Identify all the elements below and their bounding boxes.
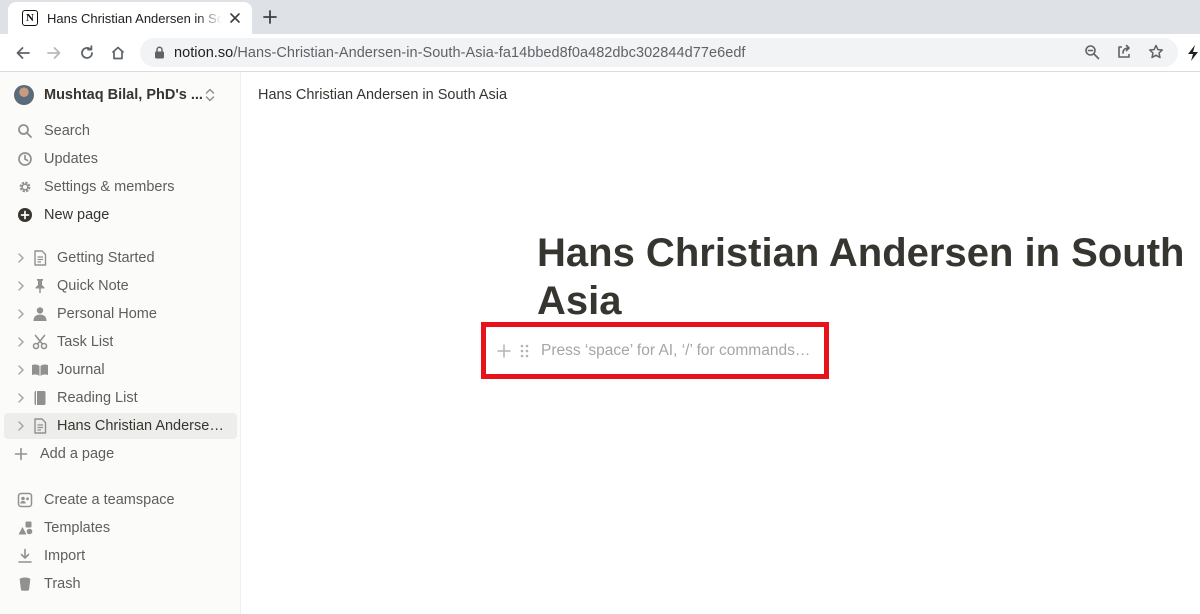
trash-icon bbox=[16, 575, 34, 593]
lock-icon[interactable] bbox=[152, 46, 166, 60]
document-icon bbox=[31, 417, 49, 435]
chevron-right-icon[interactable] bbox=[15, 308, 27, 320]
sidebar-item-label: Quick Note bbox=[57, 278, 129, 294]
home-icon[interactable] bbox=[108, 43, 128, 63]
workspace-name: Mushtaq Bilal, PhD's ... bbox=[44, 87, 203, 103]
sidebar-item-label: Hans Christian Andersen in South Asia bbox=[57, 418, 229, 434]
sidebar-add-page[interactable]: Add a page bbox=[4, 441, 237, 467]
gear-icon bbox=[16, 178, 34, 196]
sidebar-item-label: Import bbox=[44, 548, 86, 564]
reload-icon[interactable] bbox=[77, 43, 97, 63]
address-bar[interactable]: notion.so/Hans-Christian-Andersen-in-Sou… bbox=[140, 38, 1178, 67]
sidebar-item-templates[interactable]: Templates bbox=[4, 515, 237, 541]
sidebar-item-label: Task List bbox=[57, 334, 114, 350]
chevron-right-icon[interactable] bbox=[15, 252, 27, 264]
sidebar-item-label: Search bbox=[44, 123, 90, 139]
chevron-right-icon[interactable] bbox=[15, 336, 27, 348]
sidebar-item-label: Create a teamspace bbox=[44, 492, 175, 508]
share-icon[interactable] bbox=[1114, 42, 1134, 62]
notion-logo-icon: N bbox=[22, 10, 38, 26]
sidebar-item-settings[interactable]: Settings & members bbox=[4, 174, 237, 200]
sidebar-item-search[interactable]: Search bbox=[4, 118, 237, 144]
url-host: notion.so bbox=[174, 44, 234, 61]
sidebar-page-hans-christian-andersen[interactable]: Hans Christian Andersen in South Asia bbox=[4, 413, 237, 439]
sidebar-page-personal-home[interactable]: Personal Home bbox=[4, 301, 237, 327]
sidebar-item-label: Updates bbox=[44, 151, 99, 167]
close-tab-icon[interactable] bbox=[226, 9, 244, 27]
sidebar-item-label: Add a page bbox=[40, 446, 115, 462]
plus-icon bbox=[12, 445, 30, 463]
url-text: notion.so/Hans-Christian-Andersen-in-Sou… bbox=[174, 45, 746, 61]
extension-bolt-icon[interactable] bbox=[1186, 44, 1200, 62]
red-highlight-box bbox=[481, 322, 829, 379]
sidebar-item-label: Journal bbox=[57, 362, 105, 378]
sidebar-item-label: Settings & members bbox=[44, 179, 175, 195]
chevron-right-icon[interactable] bbox=[15, 420, 27, 432]
new-tab-icon[interactable] bbox=[259, 6, 281, 28]
sidebar-item-label: Templates bbox=[44, 520, 111, 536]
browser-tab-strip: N Hans Christian Andersen in South Asia bbox=[0, 0, 1200, 34]
tab-title: Hans Christian Andersen in South Asia bbox=[47, 10, 222, 26]
sidebar-item-updates[interactable]: Updates bbox=[4, 146, 237, 172]
sidebar-page-task-list[interactable]: Task List bbox=[4, 329, 237, 355]
chevron-right-icon[interactable] bbox=[15, 364, 27, 376]
sidebar-page-reading-list[interactable]: Reading List bbox=[4, 385, 237, 411]
sidebar-item-label: Reading List bbox=[57, 390, 138, 406]
url-path: /Hans-Christian-Andersen-in-South-Asia-f… bbox=[233, 44, 746, 61]
sidebar-item-label: Personal Home bbox=[57, 306, 157, 322]
book-icon bbox=[31, 389, 49, 407]
plus-circle-icon bbox=[16, 206, 34, 224]
sidebar-page-getting-started[interactable]: Getting Started bbox=[4, 245, 237, 271]
import-icon bbox=[16, 547, 34, 565]
sidebar-item-import[interactable]: Import bbox=[4, 543, 237, 569]
search-icon bbox=[16, 122, 34, 140]
sidebar: Mushtaq Bilal, PhD's ... Search Updates … bbox=[0, 72, 241, 614]
sidebar-item-trash[interactable]: Trash bbox=[4, 571, 237, 597]
chevron-right-icon[interactable] bbox=[15, 280, 27, 292]
sidebar-page-quick-note[interactable]: Quick Note bbox=[4, 273, 237, 299]
browser-tab[interactable]: N Hans Christian Andersen in South Asia bbox=[8, 2, 252, 34]
sidebar-item-new-page[interactable]: New page bbox=[4, 202, 237, 228]
scissors-icon bbox=[31, 333, 49, 351]
document-icon bbox=[31, 249, 49, 267]
sidebar-item-label: Getting Started bbox=[57, 250, 155, 266]
clock-icon bbox=[16, 150, 34, 168]
sidebar-item-label: Trash bbox=[44, 576, 81, 592]
chevron-right-icon[interactable] bbox=[15, 392, 27, 404]
sidebar-item-create-teamspace[interactable]: Create a teamspace bbox=[4, 487, 237, 513]
avatar bbox=[14, 85, 34, 105]
person-icon bbox=[31, 305, 49, 323]
open-book-icon bbox=[31, 361, 49, 379]
bookmark-star-icon[interactable] bbox=[1146, 42, 1166, 62]
sidebar-page-journal[interactable]: Journal bbox=[4, 357, 237, 383]
chevron-up-down-icon[interactable] bbox=[204, 87, 216, 103]
forward-arrow-icon[interactable] bbox=[44, 43, 64, 63]
back-arrow-icon[interactable] bbox=[13, 43, 33, 63]
browser-toolbar: notion.so/Hans-Christian-Andersen-in-Sou… bbox=[0, 34, 1200, 72]
workspace-switcher[interactable]: Mushtaq Bilal, PhD's ... bbox=[14, 84, 226, 106]
teamspace-icon bbox=[16, 491, 34, 509]
zoom-icon[interactable] bbox=[1082, 42, 1102, 62]
pin-icon bbox=[31, 277, 49, 295]
breadcrumb[interactable]: Hans Christian Andersen in South Asia bbox=[258, 87, 507, 103]
templates-icon bbox=[16, 519, 34, 537]
page-title[interactable]: Hans Christian Andersen in South Asia bbox=[537, 229, 1187, 325]
sidebar-item-label: New page bbox=[44, 207, 110, 223]
